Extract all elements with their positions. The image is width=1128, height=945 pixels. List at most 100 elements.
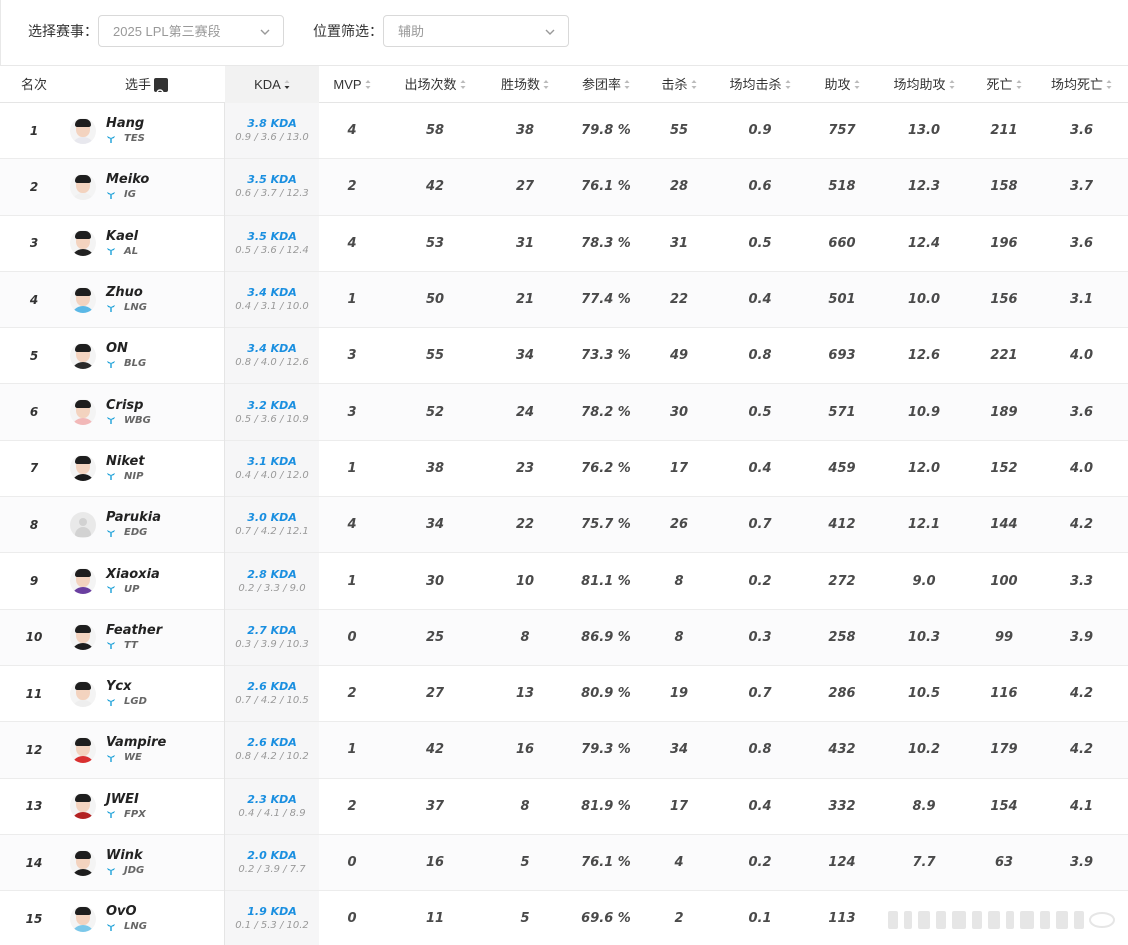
kda-detail: 0.8 / 4.0 / 12.6 [235, 357, 309, 369]
player-name[interactable]: OvO [106, 904, 147, 920]
player-name[interactable]: Meiko [106, 172, 149, 188]
table-row[interactable]: 4 Zhuo LNG 3.4 KDA 0.4 / 3.1 / 10.0 1 50 21 77.4… [0, 271, 1128, 329]
header-label: 助攻 [824, 77, 851, 92]
team-logo-icon [107, 642, 115, 650]
player-cell[interactable]: Parukia EDG [68, 497, 225, 552]
player-cell[interactable]: OvO LNG [68, 891, 225, 945]
kills-cell: 2 [674, 911, 684, 927]
team-logo-icon [107, 248, 115, 256]
search-icon[interactable] [154, 77, 168, 99]
watermark [888, 911, 1115, 929]
mvp-cell: 0 [347, 855, 357, 870]
player-name[interactable]: Niket [106, 454, 145, 470]
player-name[interactable]: Ycx [106, 679, 147, 695]
player-name[interactable]: Feather [106, 623, 162, 639]
avatar [70, 342, 96, 369]
rank-cell: 15 [25, 911, 43, 926]
header-label: 死亡 [986, 77, 1013, 92]
column-header-assists[interactable]: 助攻 [809, 66, 875, 103]
player-name[interactable]: Hang [106, 116, 145, 132]
wins-cell: 21 [515, 292, 535, 308]
table-row[interactable]: 1 Hang TES 3.8 KDA 0.9 / 3.6 / 13.0 4 58 38 79.8… [0, 103, 1128, 160]
player-cell[interactable]: Kael AL [68, 216, 225, 271]
kda-cell: 2.6 KDA 0.8 / 4.2 / 10.2 [225, 722, 319, 777]
avg-deaths-cell: 3.6 [1069, 123, 1094, 139]
column-header-kills[interactable]: 击杀 [647, 66, 711, 103]
team-logo-icon [107, 586, 115, 594]
event-select[interactable]: 2025 LPL第三赛段 [98, 15, 284, 47]
mvp-cell: 0 [347, 629, 357, 645]
table-row[interactable]: 14 Wink JDG 2.0 KDA 0.2 / 3.9 / 7.7 0 16 5 76.1 … [0, 834, 1128, 892]
avatar [70, 399, 96, 426]
stats-table: 名次 选手 KDA MVP 出场次数 胜场数 参团率 击杀 场均击杀 助攻 场均… [0, 66, 1128, 945]
player-cell[interactable]: Ycx LGD [68, 666, 225, 721]
column-header-games[interactable]: 出场次数 [385, 66, 485, 103]
table-row[interactable]: 10 Feather TT 2.7 KDA 0.3 / 3.9 / 10.3 0 25 8 86… [0, 609, 1128, 666]
player-cell[interactable]: Xiaoxia UP [68, 553, 225, 608]
avatar [70, 905, 96, 932]
table-row[interactable]: 12 Vampire WE 2.6 KDA 0.8 / 4.2 / 10.2 1 42 16 7… [0, 722, 1128, 779]
kp-cell: 86.9 % [581, 629, 631, 645]
player-name[interactable]: JWEI [106, 792, 146, 808]
column-header-kp[interactable]: 参团率 [565, 66, 647, 103]
position-select[interactable]: 辅助 [383, 15, 569, 47]
table-row[interactable]: 13 JWEI FPX 2.3 KDA 0.4 / 4.1 / 8.9 2 37 8 81.9 … [0, 778, 1128, 835]
table-row[interactable]: 5 ON BLG 3.4 KDA 0.8 / 4.0 / 12.6 3 55 34 73.3 %… [0, 328, 1128, 385]
kp-cell: 75.7 % [581, 517, 631, 533]
column-header-mvp[interactable]: MVP [319, 66, 385, 103]
table-row[interactable]: 6 Crisp WBG 3.2 KDA 0.5 / 3.6 / 10.9 3 52 24 78.… [0, 384, 1128, 441]
player-cell[interactable]: Niket NIP [68, 441, 225, 496]
kp-cell: 76.1 % [581, 179, 631, 195]
kda-value: 1.9 KDA [247, 905, 297, 919]
player-cell[interactable]: Meiko IG [68, 159, 225, 214]
player-name[interactable]: Wink [106, 848, 144, 864]
team-logo-icon [107, 191, 115, 199]
assists-cell: 124 [828, 855, 856, 870]
table-row[interactable]: 11 Ycx LGD 2.6 KDA 0.7 / 4.2 / 10.5 2 27 13 80.9… [0, 665, 1128, 723]
column-header-avg-assists[interactable]: 场均助攻 [875, 66, 973, 103]
player-cell[interactable]: Crisp WBG [68, 384, 225, 439]
assists-cell: 501 [828, 292, 856, 308]
player-cell[interactable]: Wink JDG [68, 835, 225, 890]
player-cell[interactable]: Zhuo LNG [68, 272, 225, 327]
player-cell[interactable]: Feather TT [68, 610, 225, 665]
player-info: OvO LNG [106, 904, 147, 933]
player-name[interactable]: Crisp [106, 398, 151, 414]
player-cell[interactable]: ON BLG [68, 328, 225, 383]
deaths-cell: 189 [990, 404, 1018, 420]
player-cell[interactable]: Hang TES [68, 103, 225, 158]
player-cell[interactable]: Vampire WE [68, 722, 225, 777]
kda-cell: 2.8 KDA 0.2 / 3.3 / 9.0 [225, 553, 319, 608]
avg-kills-cell: 0.2 [748, 855, 772, 870]
mvp-cell: 3 [347, 348, 357, 364]
team-tag: FPX [106, 808, 146, 821]
player-name[interactable]: Kael [106, 229, 138, 245]
team-logo-icon [107, 360, 115, 368]
player-cell[interactable]: JWEI FPX [68, 779, 225, 834]
kp-cell: 81.9 % [581, 798, 631, 814]
column-header-wins[interactable]: 胜场数 [485, 66, 565, 103]
kda-cell: 3.4 KDA 0.4 / 3.1 / 10.0 [225, 272, 319, 327]
avatar [70, 286, 96, 313]
kills-cell: 4 [674, 855, 684, 870]
kda-detail: 0.2 / 3.3 / 9.0 [238, 582, 306, 594]
table-row[interactable]: 9 Xiaoxia UP 2.8 KDA 0.2 / 3.3 / 9.0 1 30 10 81.… [0, 553, 1128, 610]
team-name: TT [124, 639, 138, 651]
table-row[interactable]: 8 Parukia EDG 3.0 KDA 0.7 / 4.2 / 12.1 4 34 22 7… [0, 497, 1128, 554]
column-header-kda[interactable]: KDA [225, 66, 319, 103]
player-name[interactable]: Parukia [106, 510, 161, 526]
column-header-avg-deaths[interactable]: 场均死亡 [1035, 66, 1128, 103]
team-tag: TT [106, 639, 162, 652]
column-header-deaths[interactable]: 死亡 [973, 66, 1035, 103]
table-row[interactable]: 3 Kael AL 3.5 KDA 0.5 / 3.6 / 12.4 4 53 31 78.3 … [0, 215, 1128, 272]
avg-assists-cell: 10.9 [907, 404, 941, 420]
mvp-cell: 4 [347, 123, 357, 139]
table-row[interactable]: 7 Niket NIP 3.1 KDA 0.4 / 4.0 / 12.0 1 38 23 76.… [0, 440, 1128, 498]
player-name[interactable]: Xiaoxia [106, 567, 160, 583]
table-row[interactable]: 2 Meiko IG 3.5 KDA 0.6 / 3.7 / 12.3 2 42 27 76.1… [0, 159, 1128, 216]
player-name[interactable]: ON [106, 341, 146, 357]
kills-cell: 49 [669, 348, 689, 364]
player-name[interactable]: Vampire [106, 735, 166, 751]
player-name[interactable]: Zhuo [106, 285, 147, 301]
column-header-avg-kills[interactable]: 场均击杀 [711, 66, 809, 103]
